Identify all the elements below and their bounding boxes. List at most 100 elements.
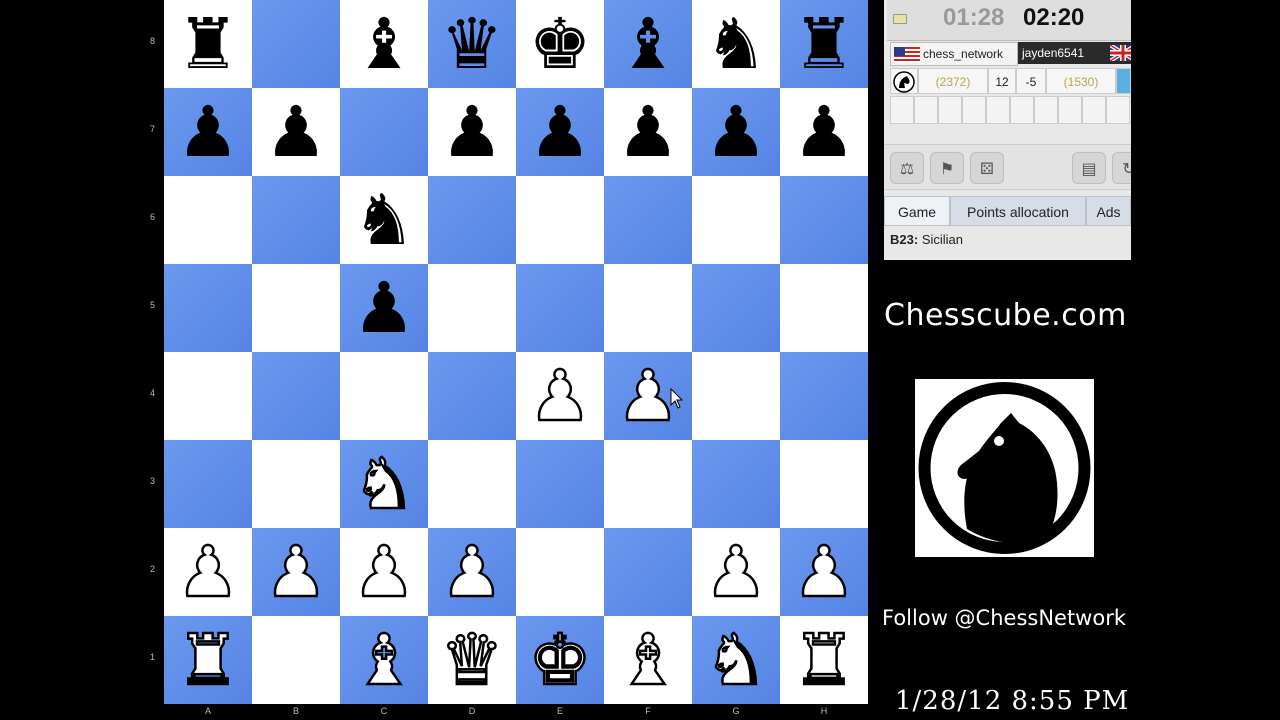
white-pawn-icon[interactable]: ♟ [252,528,340,616]
white-pawn-icon[interactable]: ♟ [340,528,428,616]
square-f7[interactable]: ♟ [604,88,692,176]
square-b2[interactable]: ♟ [252,528,340,616]
black-pawn-icon[interactable]: ♟ [428,88,516,176]
square-b8[interactable] [252,0,340,88]
square-h2[interactable]: ♟ [780,528,868,616]
white-bishop-icon[interactable]: ♝ [340,616,428,704]
square-h8[interactable]: ♜ [780,0,868,88]
square-e4[interactable]: ♟ [516,352,604,440]
black-pawn-icon[interactable]: ♟ [516,88,604,176]
player-white[interactable]: chess_network [890,42,1018,66]
white-pawn-icon[interactable]: ♟ [516,352,604,440]
square-a5[interactable] [164,264,252,352]
black-knight-icon[interactable]: ♞ [340,176,428,264]
square-a7[interactable]: ♟ [164,88,252,176]
black-pawn-icon[interactable]: ♟ [780,88,868,176]
square-e1[interactable]: ♚ [516,616,604,704]
square-h6[interactable] [780,176,868,264]
square-c8[interactable]: ♝ [340,0,428,88]
square-g3[interactable] [692,440,780,528]
tab-ads[interactable]: Ads [1086,196,1131,226]
handshake-icon[interactable]: ⚖ [890,152,924,184]
square-a3[interactable] [164,440,252,528]
square-a6[interactable] [164,176,252,264]
square-d5[interactable] [428,264,516,352]
square-e2[interactable] [516,528,604,616]
square-c2[interactable]: ♟ [340,528,428,616]
dice-icon[interactable]: ⚄ [970,152,1004,184]
flag-icon[interactable]: ⚑ [930,152,964,184]
square-c4[interactable] [340,352,428,440]
square-h3[interactable] [780,440,868,528]
square-d4[interactable] [428,352,516,440]
white-rook-icon[interactable]: ♜ [780,616,868,704]
square-h1[interactable]: ♜ [780,616,868,704]
black-rook-icon[interactable]: ♜ [780,0,868,88]
square-b1[interactable] [252,616,340,704]
square-a4[interactable] [164,352,252,440]
black-queen-icon[interactable]: ♛ [428,0,516,88]
square-d2[interactable]: ♟ [428,528,516,616]
square-f5[interactable] [604,264,692,352]
white-rook-icon[interactable]: ♜ [164,616,252,704]
square-b6[interactable] [252,176,340,264]
square-e5[interactable] [516,264,604,352]
square-b5[interactable] [252,264,340,352]
square-a2[interactable]: ♟ [164,528,252,616]
square-g1[interactable]: ♞ [692,616,780,704]
square-e7[interactable]: ♟ [516,88,604,176]
square-f2[interactable] [604,528,692,616]
square-c5[interactable]: ♟ [340,264,428,352]
square-c7[interactable] [340,88,428,176]
tab-game[interactable]: Game [884,196,950,226]
square-f8[interactable]: ♝ [604,0,692,88]
square-g7[interactable]: ♟ [692,88,780,176]
tab-points-allocation[interactable]: Points allocation [950,196,1086,226]
square-a1[interactable]: ♜ [164,616,252,704]
save-icon[interactable]: ▤ [1072,152,1106,184]
square-h4[interactable] [780,352,868,440]
white-pawn-icon[interactable]: ♟ [428,528,516,616]
square-h7[interactable]: ♟ [780,88,868,176]
white-pawn-icon[interactable]: ♟ [164,528,252,616]
square-h5[interactable] [780,264,868,352]
black-pawn-icon[interactable]: ♟ [692,88,780,176]
square-b3[interactable] [252,440,340,528]
square-a8[interactable]: ♜ [164,0,252,88]
black-bishop-icon[interactable]: ♝ [604,0,692,88]
square-e8[interactable]: ♚ [516,0,604,88]
black-rook-icon[interactable]: ♜ [164,0,252,88]
white-pawn-icon[interactable]: ♟ [692,528,780,616]
square-d1[interactable]: ♛ [428,616,516,704]
square-f3[interactable] [604,440,692,528]
white-king-icon[interactable]: ♚ [516,616,604,704]
square-d7[interactable]: ♟ [428,88,516,176]
square-e6[interactable] [516,176,604,264]
white-queen-icon[interactable]: ♛ [428,616,516,704]
player-black[interactable]: jayden6541 [1018,42,1131,64]
white-bishop-icon[interactable]: ♝ [604,616,692,704]
black-pawn-icon[interactable]: ♟ [604,88,692,176]
square-g2[interactable]: ♟ [692,528,780,616]
square-b7[interactable]: ♟ [252,88,340,176]
black-bishop-icon[interactable]: ♝ [340,0,428,88]
white-knight-icon[interactable]: ♞ [692,616,780,704]
square-b4[interactable] [252,352,340,440]
square-g8[interactable]: ♞ [692,0,780,88]
refresh-icon[interactable]: ↻ [1112,152,1131,184]
square-d3[interactable] [428,440,516,528]
black-pawn-icon[interactable]: ♟ [252,88,340,176]
chess-board[interactable]: ♜ ♝ ♛ ♚ ♝ ♞ ♜ ♟ ♟ ♟ ♟ ♟ ♟ ♟ ♞ ♟ ♟ ♟ ♞ ♟ ♟ ♟ ♟ ♟ ♟ ♜ ♝ ♛ ♚ ♝ ♞ ♜ [164,0,868,704]
square-c6[interactable]: ♞ [340,176,428,264]
square-g6[interactable] [692,176,780,264]
square-d8[interactable]: ♛ [428,0,516,88]
square-f1[interactable]: ♝ [604,616,692,704]
black-pawn-icon[interactable]: ♟ [340,264,428,352]
black-pawn-icon[interactable]: ♟ [164,88,252,176]
square-g4[interactable] [692,352,780,440]
white-pawn-icon[interactable]: ♟ [780,528,868,616]
square-e3[interactable] [516,440,604,528]
black-knight-icon[interactable]: ♞ [692,0,780,88]
square-c1[interactable]: ♝ [340,616,428,704]
white-knight-icon[interactable]: ♞ [340,440,428,528]
